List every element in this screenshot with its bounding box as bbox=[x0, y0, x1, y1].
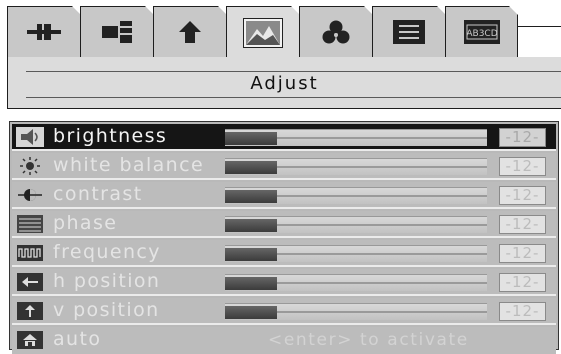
value-readout: -12- bbox=[499, 157, 546, 176]
tab-picture[interactable] bbox=[226, 6, 300, 59]
value-readout: -12- bbox=[499, 302, 546, 321]
menu-item-frequency[interactable]: frequency -12- bbox=[12, 240, 556, 267]
phase-icon bbox=[16, 214, 44, 234]
slider-fill bbox=[225, 248, 278, 261]
frequency-slider[interactable] bbox=[225, 245, 487, 262]
tab-arrow[interactable] bbox=[153, 6, 227, 58]
menu-item-label: brightness bbox=[53, 125, 168, 147]
value-readout: -12- bbox=[499, 128, 546, 147]
layout-icon bbox=[102, 21, 132, 43]
menu-item-label: white balance bbox=[53, 154, 205, 176]
menu-item-white-balance[interactable]: white balance -12- bbox=[12, 153, 556, 180]
h-position-slider[interactable] bbox=[225, 274, 487, 291]
menu-item-label: auto bbox=[53, 328, 102, 350]
menu-list-icon bbox=[393, 20, 425, 44]
tab-position[interactable] bbox=[7, 6, 81, 58]
divider bbox=[26, 97, 561, 98]
menu-item-v-position[interactable]: v position -12- bbox=[12, 298, 556, 325]
menu-item-label: h position bbox=[53, 270, 161, 292]
slider-fill bbox=[225, 190, 278, 203]
tab-color[interactable] bbox=[299, 6, 373, 58]
contrast-icon bbox=[16, 185, 44, 205]
divider bbox=[26, 71, 561, 72]
picture-icon bbox=[243, 18, 283, 48]
adjust-menu: brightness -12- white balance -12- contr… bbox=[9, 121, 559, 354]
v-position-icon bbox=[16, 301, 44, 321]
position-icon bbox=[27, 24, 61, 40]
tab-language[interactable]: AB3CD bbox=[445, 6, 518, 58]
section-title-panel: Adjust bbox=[7, 57, 561, 109]
menu-item-brightness[interactable]: brightness -12- bbox=[12, 124, 556, 151]
menu-item-label: contrast bbox=[53, 183, 143, 205]
tab-bar-line bbox=[518, 26, 561, 27]
brightness-icon bbox=[16, 127, 44, 147]
menu-item-label: v position bbox=[53, 299, 160, 321]
menu-item-label: frequency bbox=[53, 241, 161, 263]
auto-icon bbox=[16, 330, 44, 350]
white-balance-slider[interactable] bbox=[225, 158, 487, 175]
phase-slider[interactable] bbox=[225, 216, 487, 233]
activate-hint: <enter> to activate bbox=[268, 330, 469, 350]
brightness-slider[interactable] bbox=[225, 129, 487, 146]
tab-menu[interactable] bbox=[372, 6, 446, 58]
menu-item-h-position[interactable]: h position -12- bbox=[12, 269, 556, 296]
tab-layout[interactable] bbox=[80, 6, 154, 58]
h-position-icon bbox=[16, 272, 44, 292]
value-readout: -12- bbox=[499, 215, 546, 234]
language-icon: AB3CD bbox=[463, 20, 500, 44]
page-title: Adjust bbox=[250, 73, 319, 94]
menu-item-phase[interactable]: phase -12- bbox=[12, 211, 556, 238]
white-balance-icon bbox=[16, 156, 44, 176]
slider-fill bbox=[225, 306, 278, 319]
tab-bar: AB3CD bbox=[7, 6, 518, 59]
menu-item-label: phase bbox=[53, 212, 118, 234]
slider-fill bbox=[225, 277, 278, 290]
value-readout: -12- bbox=[499, 273, 546, 292]
svg-text:AB3CD: AB3CD bbox=[466, 29, 497, 39]
contrast-slider[interactable] bbox=[225, 187, 487, 204]
slider-fill bbox=[225, 161, 278, 174]
slider-fill bbox=[225, 219, 278, 232]
slider-fill bbox=[225, 132, 278, 145]
value-readout: -12- bbox=[499, 186, 546, 205]
menu-item-contrast[interactable]: contrast -12- bbox=[12, 182, 556, 209]
color-icon bbox=[322, 20, 350, 44]
v-position-slider[interactable] bbox=[225, 303, 487, 320]
up-arrow-icon bbox=[179, 21, 201, 43]
frequency-icon bbox=[16, 243, 44, 263]
value-readout: -12- bbox=[499, 244, 546, 263]
